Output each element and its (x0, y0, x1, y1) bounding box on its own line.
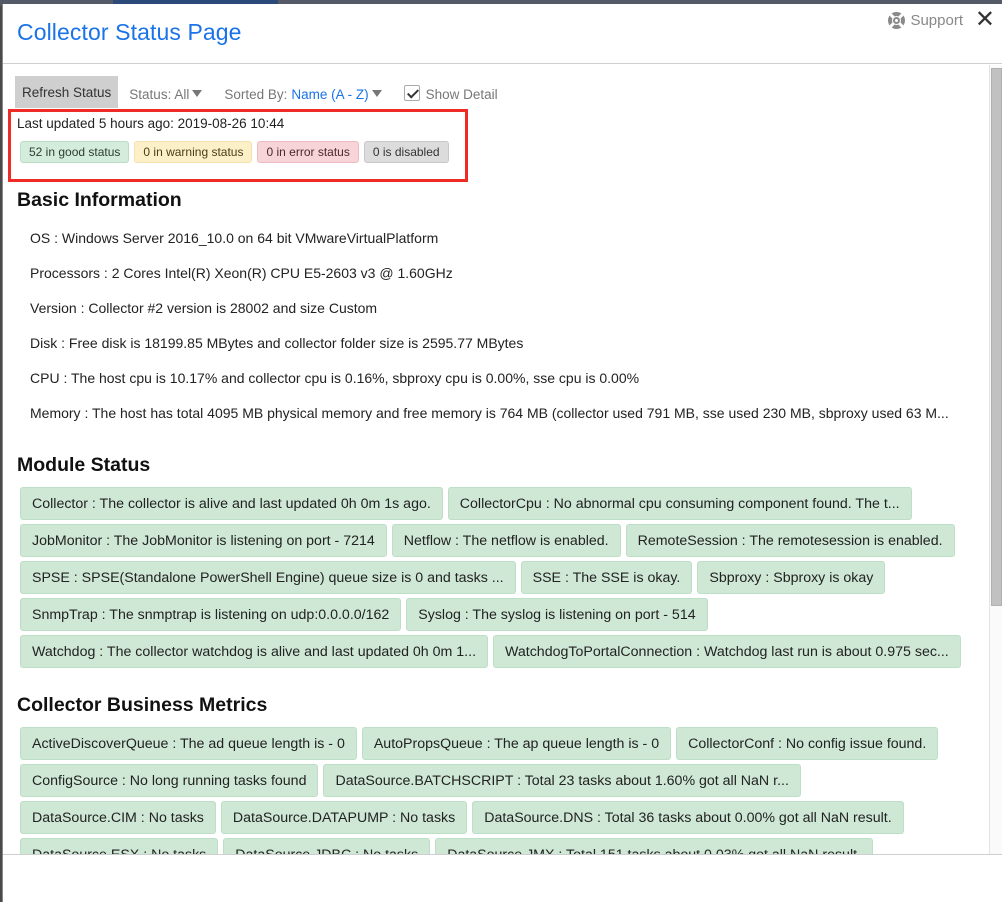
caret-down-icon (192, 89, 203, 97)
sort-value: Name (A - Z) (291, 86, 369, 102)
modal-header: Collector Status Page Support ✕ (3, 4, 1002, 64)
business-metric-item[interactable]: DataSource.CIM : No tasks (20, 801, 216, 834)
business-metric-item[interactable]: DataSource.DATAPUMP : No tasks (220, 801, 468, 834)
scrollbar-thumb[interactable] (991, 68, 1002, 606)
info-os: OS : Windows Server 2016_10.0 on 64 bit … (30, 230, 439, 246)
support-label: Support (910, 12, 963, 29)
business-metric-item[interactable]: DataSource.JMX : Total 151 tasks about 0… (435, 838, 873, 854)
module-status-item[interactable]: Watchdog : The collector watchdog is ali… (20, 635, 489, 668)
module-status-item[interactable]: SPSE : SPSE(Standalone PowerShell Engine… (20, 561, 516, 594)
business-metric-item[interactable]: ConfigSource : No long running tasks fou… (20, 764, 319, 797)
basic-information-heading: Basic Information (17, 189, 182, 211)
business-metrics-list: ActiveDiscoverQueue : The ad queue lengt… (20, 727, 980, 854)
modal-title: Collector Status Page (17, 19, 242, 45)
collector-status-modal: Collector Status Page Support ✕ Refresh … (2, 4, 1002, 902)
business-metric-item[interactable]: AutoPropsQueue : The ap queue length is … (361, 727, 672, 760)
module-status-list: Collector : The collector is alive and l… (20, 487, 980, 668)
close-icon[interactable]: ✕ (975, 8, 995, 32)
vertical-scrollbar[interactable] (989, 65, 1002, 854)
module-status-item[interactable]: RemoteSession : The remotesession is ena… (625, 524, 955, 557)
modal-footer (3, 854, 1002, 902)
sort-label: Sorted By: (224, 86, 288, 102)
show-detail-checkbox[interactable] (403, 85, 420, 101)
support-link[interactable]: Support (888, 12, 963, 29)
module-status-item[interactable]: Netflow : The netflow is enabled. (391, 524, 621, 557)
module-status-item[interactable]: CollectorCpu : No abnormal cpu consuming… (447, 487, 912, 520)
business-metrics-heading: Collector Business Metrics (17, 694, 268, 716)
last-updated-text: Last updated 5 hours ago: 2019-08-26 10:… (17, 116, 285, 131)
disabled-status-badge[interactable]: 0 is disabled (363, 141, 449, 163)
info-memory: Memory : The host has total 4095 MB phys… (30, 405, 949, 421)
modal-content: Refresh Status Status: All Sorted By: Na… (3, 65, 990, 854)
module-status-item[interactable]: SSE : The SSE is okay. (520, 561, 693, 594)
refresh-status-button[interactable]: Refresh Status (15, 76, 119, 108)
status-counts: 52 in good status 0 in warning status 0 … (20, 141, 449, 163)
show-detail-label: Show Detail (425, 86, 498, 102)
toolbar: Refresh Status Status: All Sorted By: Na… (15, 75, 498, 108)
error-status-badge[interactable]: 0 in error status (257, 141, 359, 163)
lifebuoy-icon (888, 12, 906, 29)
info-processors: Processors : 2 Cores Intel(R) Xeon(R) CP… (30, 265, 453, 281)
show-detail-toggle[interactable]: Show Detail (403, 80, 498, 108)
sort-dropdown[interactable]: Sorted By: Name (A - Z) (224, 80, 382, 108)
business-metric-item[interactable]: DataSource.DNS : Total 36 tasks about 0.… (472, 801, 904, 834)
status-filter-label: Status: All (129, 86, 190, 102)
info-version: Version : Collector #2 version is 28002 … (30, 300, 378, 316)
business-metric-item[interactable]: DataSource.BATCHSCRIPT : Total 23 tasks … (323, 764, 801, 797)
module-status-heading: Module Status (17, 454, 151, 476)
good-status-badge[interactable]: 52 in good status (20, 141, 130, 163)
info-disk: Disk : Free disk is 18199.85 MBytes and … (30, 335, 524, 351)
caret-down-icon (371, 89, 382, 97)
status-filter-dropdown[interactable]: Status: All (129, 80, 203, 108)
module-status-item[interactable]: Syslog : The syslog is listening on port… (406, 598, 708, 631)
module-status-item[interactable]: SnmpTrap : The snmptrap is listening on … (20, 598, 402, 631)
business-metric-item[interactable]: CollectorConf : No config issue found. (676, 727, 939, 760)
module-status-item[interactable]: JobMonitor : The JobMonitor is listening… (20, 524, 387, 557)
info-cpu: CPU : The host cpu is 10.17% and collect… (30, 370, 640, 386)
warning-status-badge[interactable]: 0 in warning status (134, 141, 253, 163)
module-status-item[interactable]: WatchdogToPortalConnection : Watchdog la… (493, 635, 961, 668)
module-status-item[interactable]: Collector : The collector is alive and l… (20, 487, 443, 520)
business-metric-item[interactable]: DataSource.JDBC : No tasks (223, 838, 431, 854)
business-metric-item[interactable]: ActiveDiscoverQueue : The ad queue lengt… (20, 727, 357, 760)
module-status-item[interactable]: Sbproxy : Sbproxy is okay (697, 561, 886, 594)
business-metric-item[interactable]: DataSource.ESX : No tasks (20, 838, 219, 854)
